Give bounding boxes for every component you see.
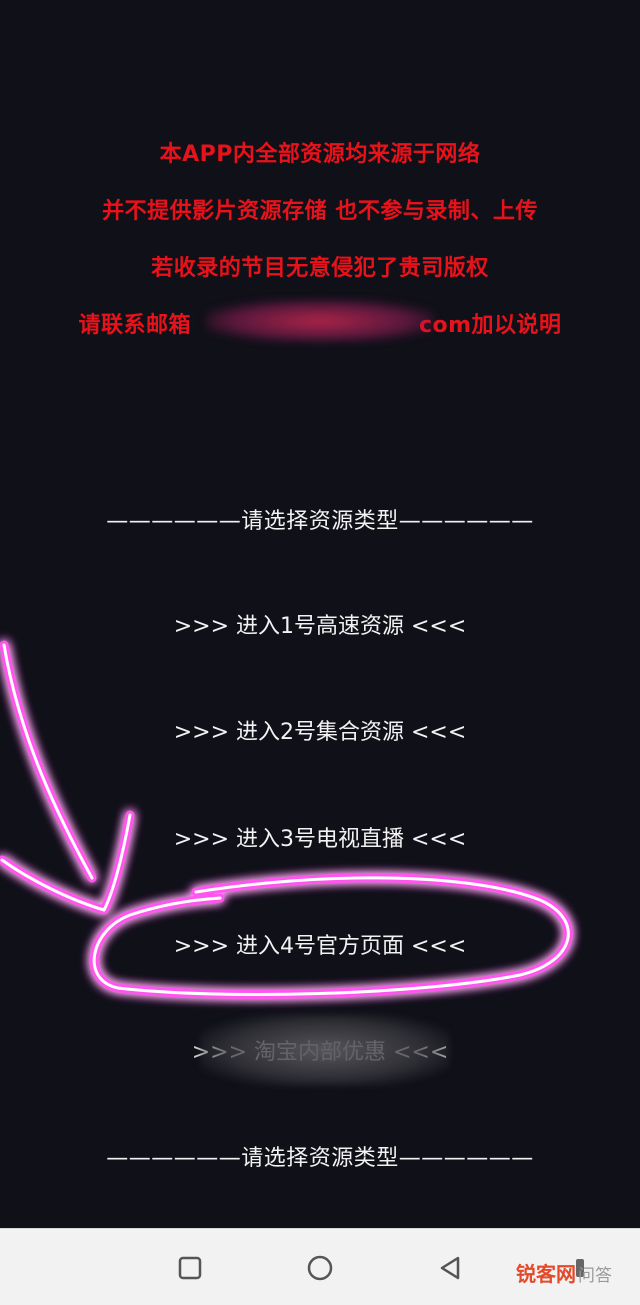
menu-footer-separator: ——————请选择资源类型——————: [106, 1146, 534, 1171]
disclaimer-line-4-prefix: 请联系邮箱: [78, 313, 191, 338]
watermark-suffix: 问答: [578, 1266, 612, 1286]
email-redaction-blur: [206, 300, 434, 342]
menu-item-source-1[interactable]: >>> 进入1号高速资源 <<<: [0, 608, 640, 640]
menu-item-official-page[interactable]: >>> 进入4号官方页面 <<<: [0, 928, 640, 960]
triangle-back-icon[interactable]: [433, 1251, 467, 1285]
square-recents-icon[interactable]: [173, 1251, 207, 1285]
menu-item-tv-live[interactable]: >>> 进入3号电视直播 <<<: [0, 821, 640, 853]
menu-header-separator: ——————请选择资源类型——————: [106, 509, 534, 534]
disclaimer-line-2: 并不提供影片资源存储 也不参与录制、上传: [102, 199, 538, 224]
disclaimer-line-4-suffix: com加以说明: [418, 313, 562, 338]
disclaimer-line-3: 若收录的节目无意侵犯了贵司版权: [151, 256, 489, 281]
menu-item-source-2[interactable]: >>> 进入2号集合资源 <<<: [0, 714, 640, 746]
promo-redaction-blur: [200, 1014, 450, 1086]
disclaimer-line-1: 本APP内全部资源均来源于网络: [159, 142, 481, 167]
circle-home-icon[interactable]: [303, 1251, 337, 1285]
app-screen: 本APP内全部资源均来源于网络 并不提供影片资源存储 也不参与录制、上传 若收录…: [0, 0, 640, 1228]
watermark-brand: 锐客网: [516, 1262, 576, 1286]
arrow-annotation-core: [0, 643, 132, 912]
watermark-logo: 锐客网 问答: [516, 1258, 612, 1287]
arrow-annotation: [0, 640, 135, 915]
